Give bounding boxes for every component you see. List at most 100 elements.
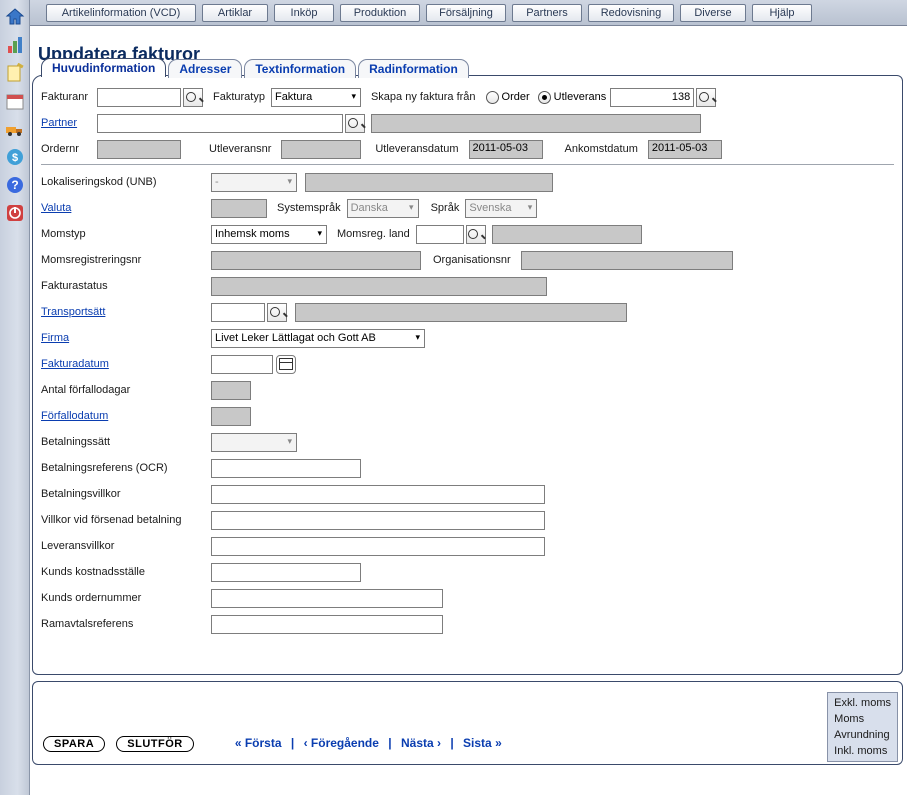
- nav-redovisning[interactable]: Redovisning: [588, 4, 674, 22]
- momsreg-land-search-icon[interactable]: [466, 225, 486, 244]
- partner-name-readonly: [371, 114, 701, 133]
- lokaliseringskod-label: Lokaliseringskod (UNB): [41, 176, 211, 188]
- nav-partners[interactable]: Partners: [512, 4, 582, 22]
- valuta-label[interactable]: Valuta: [41, 202, 211, 214]
- betalningsvillkor-input[interactable]: [211, 485, 545, 504]
- currency-icon[interactable]: $: [4, 146, 26, 168]
- partner-input[interactable]: [97, 114, 343, 133]
- bottom-panel: SPARA SLUTFÖR « Första | ‹ Föregående | …: [32, 681, 903, 765]
- calendar-icon[interactable]: [4, 90, 26, 112]
- nav-artiklar[interactable]: Artiklar: [202, 4, 268, 22]
- fakturastatus-readonly: [211, 277, 547, 296]
- help-icon[interactable]: ?: [4, 174, 26, 196]
- pager-next[interactable]: Nästa ›: [398, 736, 444, 750]
- transportsatt-search-icon[interactable]: [267, 303, 287, 322]
- kunds-ordernr-input[interactable]: [211, 589, 443, 608]
- momsreg-land-label: Momsreg. land: [337, 228, 416, 240]
- radio-utleverans[interactable]: Utleverans: [538, 91, 607, 104]
- firma-select[interactable]: Livet Leker Lättlagat och Gott AB: [211, 329, 425, 348]
- momsreg-nr-readonly: [211, 251, 421, 270]
- valuta-readonly: [211, 199, 267, 218]
- fakturadatum-input[interactable]: [211, 355, 273, 374]
- nav-hjalp[interactable]: Hjälp: [752, 4, 812, 22]
- betalningsref-input[interactable]: [211, 459, 361, 478]
- nav-diverse[interactable]: Diverse: [680, 4, 746, 22]
- moms-inkl: Inkl. moms: [834, 743, 891, 759]
- nav-artikelinfo[interactable]: Artikelinformation (VCD): [46, 4, 196, 22]
- nav-inkop[interactable]: Inköp: [274, 4, 334, 22]
- orgnr-label: Organisationsnr: [433, 254, 517, 266]
- tab-adresser[interactable]: Adresser: [168, 59, 242, 78]
- ramavtal-label: Ramavtalsreferens: [41, 618, 211, 630]
- kunds-ordernr-label: Kunds ordernummer: [41, 592, 211, 604]
- fakturanr-input[interactable]: [97, 88, 181, 107]
- fakturatyp-label: Fakturatyp: [213, 91, 271, 103]
- utleverans-search-icon[interactable]: [696, 88, 716, 107]
- lokaliseringskod-readonly: [305, 173, 553, 192]
- fakturatyp-select[interactable]: Faktura: [271, 88, 361, 107]
- forfallodatum-label[interactable]: Förfallodatum: [41, 410, 211, 422]
- sidebar: $ ?: [0, 0, 30, 795]
- pager: « Första | ‹ Föregående | Nästa › | Sist…: [232, 736, 505, 750]
- save-button[interactable]: SPARA: [43, 736, 105, 752]
- villkor-forsenad-input[interactable]: [211, 511, 545, 530]
- truck-icon[interactable]: [4, 118, 26, 140]
- ramavtal-input[interactable]: [211, 615, 443, 634]
- radio-order-label: Order: [502, 91, 530, 103]
- betalningssatt-select: [211, 433, 297, 452]
- finish-button[interactable]: SLUTFÖR: [116, 736, 193, 752]
- utleveransnr-label: Utleveransnr: [209, 143, 277, 155]
- nav-produktion[interactable]: Produktion: [340, 4, 420, 22]
- momsreg-land-readonly: [492, 225, 642, 244]
- svg-text:$: $: [11, 152, 17, 164]
- tab-radinformation[interactable]: Radinformation: [358, 59, 469, 78]
- moms-exkl: Exkl. moms: [834, 695, 891, 711]
- pager-prev[interactable]: ‹ Föregående: [301, 736, 382, 750]
- systemsprak-label: Systemspråk: [277, 202, 347, 214]
- transportsatt-input[interactable]: [211, 303, 265, 322]
- chart-icon[interactable]: [4, 34, 26, 56]
- note-icon[interactable]: [4, 62, 26, 84]
- moms-moms: Moms: [834, 711, 891, 727]
- fakturastatus-label: Fakturastatus: [41, 280, 211, 292]
- radio-utleverans-label: Utleverans: [554, 91, 607, 103]
- fakturadatum-label[interactable]: Fakturadatum: [41, 358, 211, 370]
- skapa-label: Skapa ny faktura från: [371, 91, 482, 103]
- momstyp-select[interactable]: Inhemsk moms: [211, 225, 327, 244]
- transportsatt-readonly: [295, 303, 627, 322]
- transportsatt-label[interactable]: Transportsätt: [41, 306, 211, 318]
- utleveransdatum-readonly: 2011-05-03: [469, 140, 543, 159]
- betalningssatt-label: Betalningssätt: [41, 436, 211, 448]
- moms-avrundning: Avrundning: [834, 727, 891, 743]
- nav-forsaljning[interactable]: Försäljning: [426, 4, 506, 22]
- ankomstdatum-label: Ankomstdatum: [565, 143, 644, 155]
- forfallodatum-readonly: [211, 407, 251, 426]
- sprak-label: Språk: [431, 202, 466, 214]
- power-icon[interactable]: [4, 202, 26, 224]
- momsreg-land-input[interactable]: [416, 225, 464, 244]
- tab-textinformation[interactable]: Textinformation: [244, 59, 356, 78]
- kunds-kostn-input[interactable]: [211, 563, 361, 582]
- partner-search-icon[interactable]: [345, 114, 365, 133]
- momstyp-label: Momstyp: [41, 228, 211, 240]
- utleveransnr-readonly: [281, 140, 361, 159]
- home-icon[interactable]: [4, 6, 26, 28]
- kunds-kostn-label: Kunds kostnadsställe: [41, 566, 211, 578]
- utleverans-input[interactable]: [610, 88, 694, 107]
- moms-summary: Exkl. moms Moms Avrundning Inkl. moms: [827, 692, 898, 762]
- partner-label[interactable]: Partner: [41, 117, 97, 129]
- tab-row: Huvudinformation Adresser Textinformatio…: [41, 58, 471, 77]
- sprak-select: Svenska: [465, 199, 537, 218]
- firma-label[interactable]: Firma: [41, 332, 211, 344]
- leveransvillkor-label: Leveransvillkor: [41, 540, 211, 552]
- tab-huvudinformation[interactable]: Huvudinformation: [41, 58, 166, 77]
- radio-order[interactable]: Order: [486, 91, 530, 104]
- leveransvillkor-input[interactable]: [211, 537, 545, 556]
- pager-last[interactable]: Sista »: [460, 736, 505, 750]
- top-nav: Artikelinformation (VCD) Artiklar Inköp …: [30, 0, 907, 26]
- fakturadatum-calendar-icon[interactable]: [276, 355, 296, 374]
- ordernr-label: Ordernr: [41, 143, 97, 155]
- orgnr-readonly: [521, 251, 733, 270]
- pager-first[interactable]: « Första: [232, 736, 285, 750]
- fakturanr-search-icon[interactable]: [183, 88, 203, 107]
